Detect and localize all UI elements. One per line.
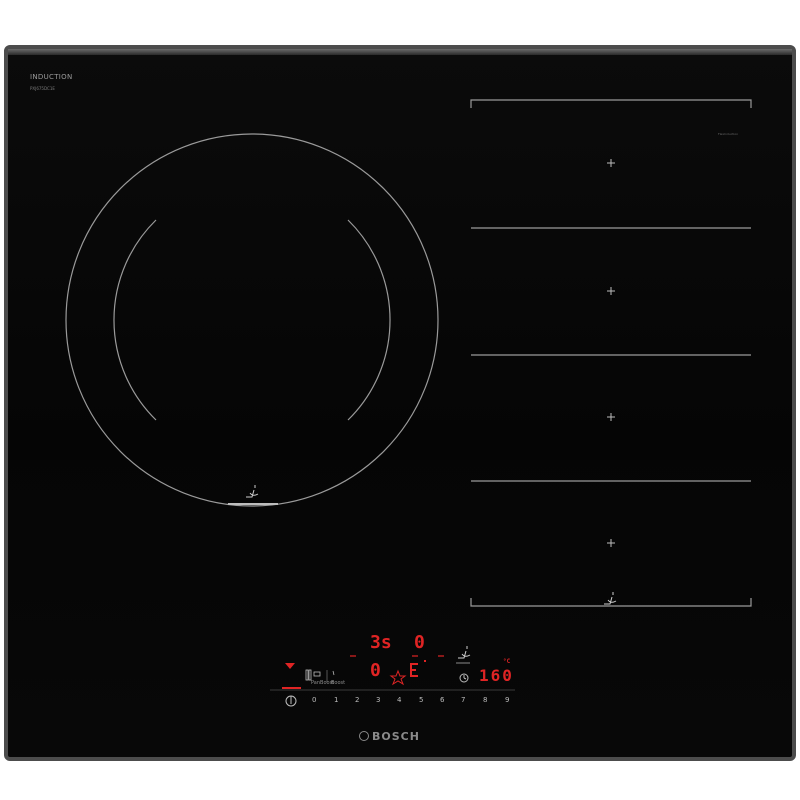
scale-3[interactable]: 3 [376,696,380,704]
scale-2[interactable]: 2 [355,696,359,704]
temp-unit: °C [503,658,511,665]
flexzone-crosses [607,159,615,547]
top-timer-display: 3s [370,632,392,653]
scale-6[interactable]: 6 [440,696,444,704]
pan-sensor-icon [246,485,259,498]
brand-name: BOSCH [372,730,420,743]
mid-level-display: 0 [370,660,381,681]
flexzone-frame-top [470,99,752,108]
flex-icon [305,669,312,681]
top-level-display: 0 [414,632,425,653]
power-icon [285,695,297,707]
mid-bracket [410,660,426,677]
scale-5[interactable]: 5 [419,696,423,704]
scale-4[interactable]: 4 [397,696,401,704]
bosch-logo-icon [359,731,369,741]
flexzone-tag: FlexInduction [718,132,739,136]
scale-7[interactable]: 7 [461,696,465,704]
scale-1[interactable]: 1 [334,696,338,704]
arrow-down-icon [285,663,295,669]
flexzone-pan-sensor-icon [604,592,617,605]
round-zone-outer [65,133,439,507]
boost-icon [313,670,335,677]
round-zone-inner-right [347,219,391,421]
cooking-zones [65,99,752,707]
round-zone-inner-left [113,219,157,421]
scale-8[interactable]: 8 [483,696,487,704]
scale-9[interactable]: 9 [505,696,509,704]
temperature-display: 160 [479,666,514,685]
scale-0[interactable]: 0 [312,696,316,704]
boost-label[interactable]: Boost [331,680,345,686]
favorite-icon [389,669,407,686]
panel-pan-sensor-icon [456,646,471,664]
